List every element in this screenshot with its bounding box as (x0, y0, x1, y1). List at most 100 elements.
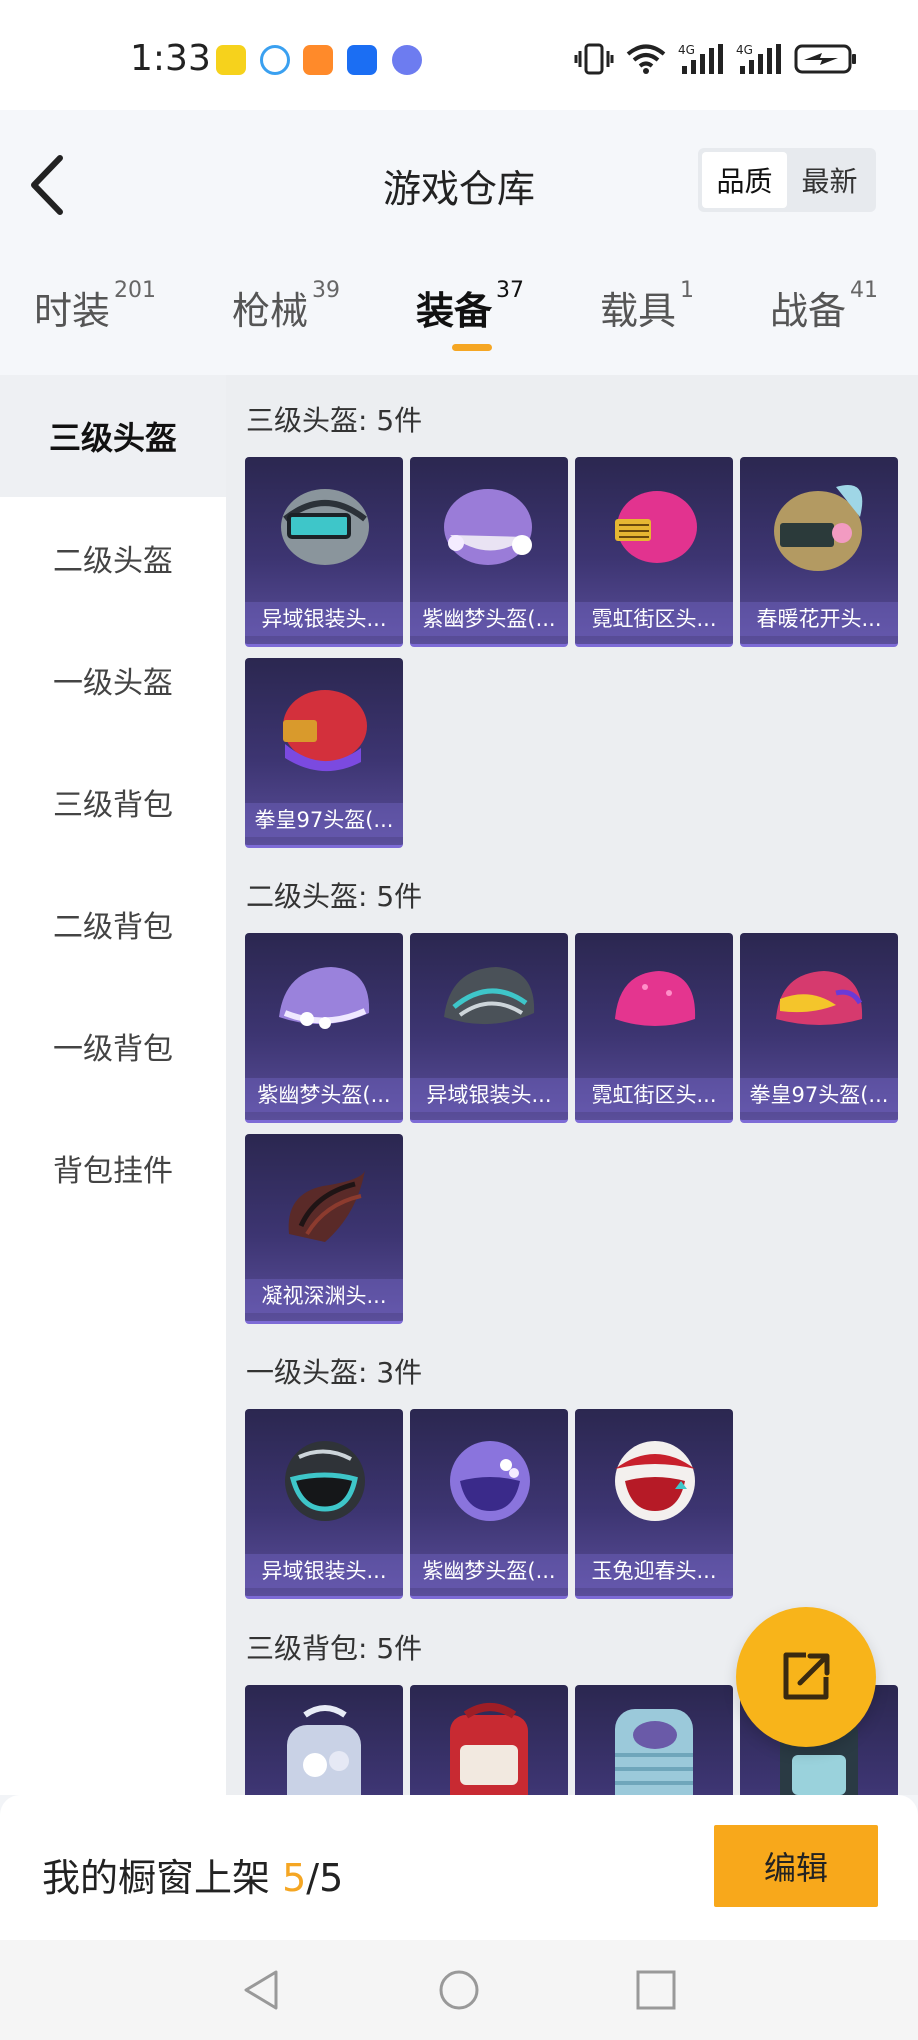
item-card[interactable]: 春暖花开头... (740, 457, 898, 647)
item-card[interactable]: 玉兔迎春头... (575, 1409, 733, 1599)
item-card[interactable]: 紫幽梦头盔(... (410, 457, 568, 647)
sidebar-item-level3-helmet[interactable]: 三级头盔 (0, 375, 226, 497)
helmet-icon (615, 491, 697, 563)
edit-button[interactable]: 编辑 (714, 1825, 878, 1907)
item-card[interactable]: 霓虹街区头... (575, 933, 733, 1123)
showcase-current-count: 5 (282, 1856, 307, 1900)
item-card[interactable] (245, 1685, 403, 1795)
showcase-bar: 我的橱窗上架 5/5 编辑 (0, 1795, 918, 1940)
showcase-label: 我的橱窗上架 5/5 (42, 1847, 343, 1902)
item-card[interactable]: 拳皇97头盔(... (740, 933, 898, 1123)
helmet-icon (279, 967, 370, 1029)
section-title: 三级头盔: 5件 (246, 404, 423, 437)
tab-guns[interactable]: 枪械 39 (232, 278, 341, 335)
backpack-icon (450, 1703, 528, 1795)
vibrate-icon (574, 43, 614, 75)
tab-equipment[interactable]: 装备 37 (416, 278, 525, 335)
tab-count: 1 (680, 278, 695, 303)
sort-toggle: 品质 最新 (698, 148, 876, 212)
sidebar: 三级头盔 二级头盔 一级头盔 三级背包 二级背包 一级背包 背包挂件 (0, 375, 226, 1795)
item-card[interactable]: 凝视深渊头... (245, 1134, 403, 1324)
item-card[interactable]: 霓虹街区头... (575, 457, 733, 647)
nav-home-icon[interactable] (437, 1968, 481, 2012)
app-notification-icon (216, 45, 246, 75)
helmet-icon (776, 971, 863, 1025)
tab-fashion[interactable]: 时装 201 (34, 278, 157, 335)
svg-text:4G: 4G (678, 43, 695, 57)
sidebar-item-level3-backpack[interactable]: 三级背包 (0, 741, 226, 863)
showcase-label-text: 我的橱窗上架 (42, 1856, 283, 1900)
item-name: 玉兔迎春头... (575, 1554, 733, 1588)
item-name: 霓虹街区头... (575, 602, 733, 636)
item-name: 凝视深渊头... (245, 1279, 403, 1313)
item-card[interactable]: 紫幽梦头盔(... (245, 933, 403, 1123)
tab-label: 枪械 (232, 289, 309, 333)
nav-recents-icon[interactable] (634, 1968, 678, 2012)
helmet-icon (615, 971, 696, 1026)
tab-label: 时装 (34, 289, 111, 333)
tab-count: 37 (496, 278, 525, 303)
item-name: 异域银装头... (410, 1078, 568, 1112)
tab-label: 装备 (416, 289, 493, 333)
sidebar-item-level1-helmet[interactable]: 一级头盔 (0, 619, 226, 741)
tab-label: 战备 (770, 289, 847, 333)
music-notification-icon (392, 45, 422, 75)
header: 游戏仓库 品质 最新 时装 201 枪械 39 装备 37 载具 1 战备 41 (0, 110, 918, 375)
helmet-icon (285, 1441, 365, 1521)
sidebar-item-level1-backpack[interactable]: 一级背包 (0, 985, 226, 1107)
active-tab-indicator (452, 344, 492, 351)
item-card[interactable]: 拳皇97头盔(... (245, 658, 403, 848)
status-time: 1:33 (130, 38, 211, 79)
tab-supplies[interactable]: 战备 41 (770, 278, 879, 335)
svg-text:4G: 4G (736, 43, 753, 57)
nav-back-icon[interactable] (240, 1968, 282, 2012)
item-card[interactable]: 异域银装头... (245, 457, 403, 647)
bulb-notification-icon (347, 45, 377, 75)
sidebar-item-level2-helmet[interactable]: 二级头盔 (0, 497, 226, 619)
signal-4g-icon: 4G (678, 43, 723, 74)
tab-count: 41 (850, 278, 879, 303)
section-title: 三级背包: 5件 (246, 1632, 423, 1665)
section-title: 二级头盔: 5件 (246, 880, 423, 913)
sidebar-item-level2-backpack[interactable]: 二级背包 (0, 863, 226, 985)
share-fab-button[interactable] (736, 1607, 876, 1747)
tab-vehicles[interactable]: 载具 1 (600, 278, 695, 335)
item-name: 拳皇97头盔(... (245, 803, 403, 837)
status-bar: 1:33 4G 4G (0, 0, 918, 110)
item-name: 紫幽梦头盔(... (410, 602, 568, 636)
sidebar-item-backpack-charm[interactable]: 背包挂件 (0, 1107, 226, 1229)
tab-count: 201 (114, 278, 157, 303)
item-name: 拳皇97头盔(... (740, 1078, 898, 1112)
item-card[interactable]: 异域银装头... (245, 1409, 403, 1599)
video-notification-icon (303, 45, 333, 75)
share-icon (783, 1652, 830, 1700)
sort-option-quality[interactable]: 品质 (702, 152, 787, 208)
item-name: 霓虹街区头... (575, 1078, 733, 1112)
item-name: 紫幽梦头盔(... (410, 1554, 568, 1588)
item-name: 紫幽梦头盔(... (245, 1078, 403, 1112)
tab-count: 39 (312, 278, 341, 303)
backpack-icon (615, 1709, 693, 1795)
helmet-icon (450, 1441, 530, 1521)
helmet-icon (281, 489, 369, 565)
tab-label: 载具 (600, 289, 677, 333)
helmet-icon (444, 489, 532, 565)
system-navigation-bar (0, 1940, 918, 2040)
wifi-icon (626, 44, 666, 74)
backpack-icon (287, 1705, 361, 1795)
showcase-total-count: /5 (306, 1856, 344, 1900)
battery-charging-icon (794, 44, 856, 74)
helmet-icon (283, 690, 367, 772)
item-card[interactable]: 紫幽梦头盔(... (410, 1409, 568, 1599)
item-name: 异域银装头... (245, 1554, 403, 1588)
helmet-icon (774, 485, 863, 571)
sort-option-newest[interactable]: 最新 (787, 152, 872, 208)
browser-notification-icon (260, 45, 290, 75)
item-card[interactable]: 异域银装头... (410, 933, 568, 1123)
item-name: 春暖花开头... (740, 602, 898, 636)
helmet-icon (288, 1170, 365, 1242)
item-card[interactable] (575, 1685, 733, 1795)
item-grid-area: 三级头盔: 5件 异域银装头... 紫幽梦头盔(... 霓虹街区头... 春暖花… (226, 375, 918, 1795)
status-indicators: 4G 4G (574, 42, 858, 76)
item-card[interactable] (410, 1685, 568, 1795)
